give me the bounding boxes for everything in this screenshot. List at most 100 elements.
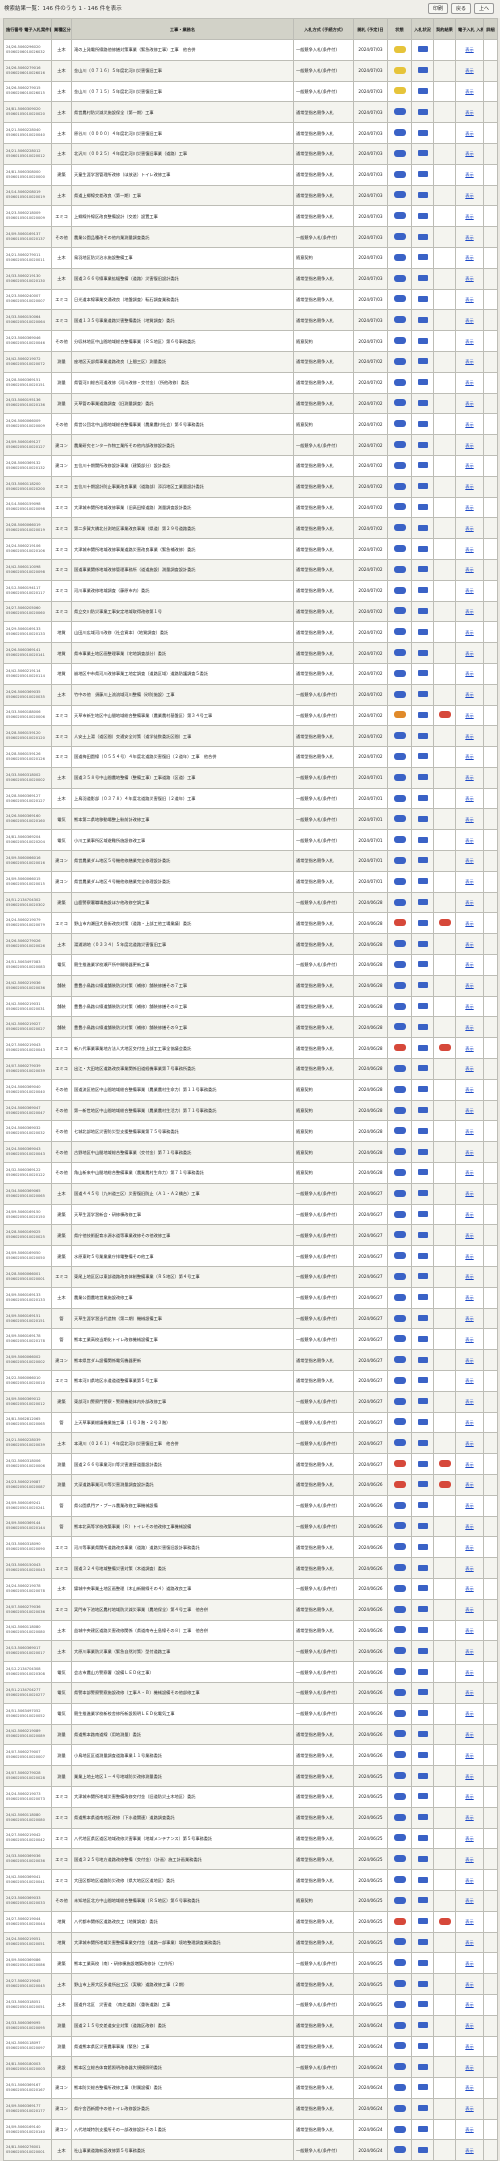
bid-status-icon[interactable]	[417, 2126, 428, 2133]
status-badge[interactable]	[393, 1584, 406, 1592]
notice-link[interactable]: 表示	[465, 1898, 473, 1903]
status-badge[interactable]	[393, 981, 406, 989]
notice-link[interactable]: 表示	[465, 1087, 473, 1092]
notice-link[interactable]: 表示	[465, 2044, 473, 2049]
notice-link[interactable]: 表示	[465, 1836, 473, 1841]
notice-link[interactable]: 表示	[465, 2065, 473, 2070]
status-badge[interactable]	[393, 690, 406, 698]
notice-link[interactable]: 表示	[465, 1170, 473, 1175]
status-badge[interactable]	[393, 274, 406, 282]
detail-cell[interactable]	[483, 184, 498, 207]
bid-status-icon[interactable]	[417, 1585, 428, 1592]
bid-status-icon[interactable]	[417, 1169, 428, 1176]
bid-status-icon[interactable]	[417, 379, 428, 386]
notice-link[interactable]: 表示	[465, 921, 473, 926]
status-badge[interactable]	[393, 1647, 406, 1655]
bid-status-icon[interactable]	[417, 1315, 428, 1321]
status-badge[interactable]	[393, 524, 406, 532]
contract-result-badge[interactable]	[438, 711, 451, 719]
bid-status-icon[interactable]	[417, 1918, 428, 1925]
bid-status-icon[interactable]	[417, 982, 428, 989]
notice-link[interactable]: 表示	[465, 2148, 473, 2153]
status-badge[interactable]	[393, 1605, 406, 1613]
detail-cell[interactable]	[483, 142, 498, 165]
notice-link[interactable]: 表示	[465, 609, 473, 614]
status-badge[interactable]	[393, 649, 406, 656]
bid-status-icon[interactable]	[417, 1730, 428, 1737]
status-badge[interactable]	[393, 1460, 406, 1468]
bid-status-icon[interactable]	[417, 545, 428, 552]
status-badge[interactable]	[393, 960, 406, 968]
detail-cell[interactable]	[483, 350, 498, 373]
status-badge[interactable]	[393, 295, 406, 303]
bid-status-icon[interactable]	[417, 1439, 428, 1446]
bid-status-icon[interactable]	[417, 483, 428, 490]
notice-link[interactable]: 表示	[465, 734, 473, 739]
notice-link[interactable]: 表示	[465, 1670, 473, 1675]
detail-cell[interactable]	[483, 39, 498, 61]
notice-link[interactable]: 表示	[465, 255, 473, 260]
detail-cell[interactable]	[483, 246, 498, 269]
status-badge[interactable]	[393, 669, 406, 677]
notice-link[interactable]: 表示	[465, 1628, 473, 1633]
detail-cell[interactable]	[483, 558, 498, 581]
status-badge[interactable]	[393, 441, 406, 449]
detail-cell[interactable]	[483, 683, 498, 706]
status-badge[interactable]	[393, 773, 406, 781]
detail-cell[interactable]	[483, 1473, 498, 1496]
status-badge[interactable]	[393, 1522, 406, 1530]
status-badge[interactable]	[393, 1480, 406, 1488]
notice-link[interactable]: 表示	[465, 1337, 473, 1342]
notice-link[interactable]: 表示	[465, 1878, 473, 1883]
bid-status-icon[interactable]	[417, 1626, 428, 1633]
status-badge[interactable]	[393, 1896, 406, 1904]
status-badge[interactable]	[393, 212, 406, 220]
bid-status-icon[interactable]	[417, 129, 428, 136]
detail-cell[interactable]	[483, 766, 498, 789]
status-badge[interactable]	[393, 253, 406, 261]
status-badge[interactable]	[393, 1085, 406, 1093]
detail-cell[interactable]	[483, 1848, 498, 1871]
status-badge[interactable]	[393, 357, 406, 365]
detail-cell[interactable]	[483, 1723, 498, 1746]
detail-cell[interactable]	[483, 746, 498, 768]
bid-status-icon[interactable]	[417, 108, 428, 115]
status-badge[interactable]	[393, 1189, 406, 1197]
notice-link[interactable]: 表示	[465, 1462, 473, 1467]
detail-cell[interactable]	[483, 1515, 498, 1538]
status-badge[interactable]	[393, 940, 406, 948]
detail-cell[interactable]	[483, 392, 498, 415]
notice-link[interactable]: 表示	[465, 962, 473, 967]
bid-status-icon[interactable]	[417, 1190, 428, 1197]
bid-status-icon[interactable]	[417, 691, 428, 698]
bid-status-icon[interactable]	[417, 524, 428, 531]
detail-cell[interactable]	[483, 1785, 498, 1808]
detail-cell[interactable]	[483, 1286, 498, 1309]
detail-cell[interactable]	[483, 2118, 498, 2141]
detail-cell[interactable]	[483, 1536, 498, 1559]
bid-status-icon[interactable]	[417, 961, 428, 968]
notice-link[interactable]: 表示	[465, 838, 473, 843]
bid-status-icon[interactable]	[417, 1127, 428, 1134]
detail-cell[interactable]	[483, 496, 498, 519]
notice-link[interactable]: 表示	[465, 1212, 473, 1217]
notice-link[interactable]: 表示	[465, 1316, 473, 1321]
bid-status-icon[interactable]	[417, 1710, 428, 1717]
status-badge[interactable]	[393, 1314, 406, 1322]
bid-status-icon[interactable]	[417, 191, 428, 198]
status-badge[interactable]	[393, 794, 406, 802]
detail-cell[interactable]	[483, 2056, 498, 2079]
notice-link[interactable]: 表示	[465, 235, 473, 240]
notice-link[interactable]: 表示	[465, 651, 473, 656]
bid-status-icon[interactable]	[417, 711, 428, 718]
bid-status-icon[interactable]	[417, 774, 428, 781]
status-badge[interactable]	[393, 2063, 406, 2071]
detail-cell[interactable]	[483, 787, 498, 810]
status-badge[interactable]	[393, 1439, 406, 1447]
bid-status-icon[interactable]	[417, 878, 428, 885]
print-button[interactable]: 印刷	[427, 3, 448, 14]
status-badge[interactable]	[393, 1938, 406, 1946]
detail-cell[interactable]	[483, 995, 498, 1018]
status-badge[interactable]	[393, 1148, 406, 1156]
detail-cell[interactable]	[483, 413, 498, 436]
